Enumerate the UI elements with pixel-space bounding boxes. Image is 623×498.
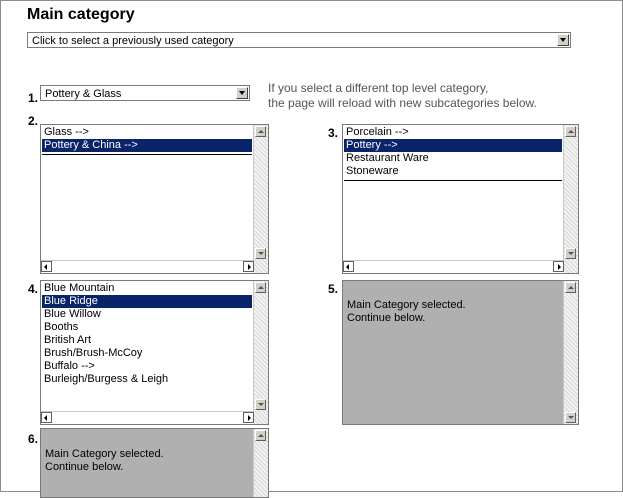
list-item[interactable]: Porcelain --> xyxy=(344,126,562,139)
scroll-down-icon[interactable] xyxy=(255,248,266,259)
top-category-value: Pottery & Glass xyxy=(45,88,122,100)
previous-category-value: Click to select a previously used catego… xyxy=(32,35,234,47)
page-title: Main category xyxy=(27,6,135,23)
scroll-right-icon[interactable] xyxy=(553,261,564,272)
subcategory-list-6: Main Category selected. Continue below. xyxy=(40,428,269,498)
scroll-down-icon[interactable] xyxy=(565,248,576,259)
list-item[interactable]: Blue Ridge xyxy=(42,295,252,308)
list-separator xyxy=(344,180,562,181)
list-item[interactable]: Blue Willow xyxy=(42,308,252,321)
chevron-down-icon[interactable] xyxy=(557,34,569,46)
list5-message: Main Category selected. Continue below. xyxy=(347,299,466,325)
horizontal-scrollbar[interactable] xyxy=(343,260,564,273)
scroll-down-icon xyxy=(565,412,576,423)
list-separator xyxy=(42,154,252,155)
list-item[interactable]: Stoneware xyxy=(344,165,562,178)
list5-message-line-1: Main Category selected. xyxy=(347,299,466,311)
reload-hint: If you select a different top level cate… xyxy=(268,81,537,111)
step-number-3: 3. xyxy=(328,126,339,140)
list6-message: Main Category selected. Continue below. xyxy=(45,448,164,474)
top-category-select[interactable]: Pottery & Glass xyxy=(40,85,250,101)
scroll-left-icon[interactable] xyxy=(41,412,52,423)
scroll-up-icon[interactable] xyxy=(255,282,266,293)
scroll-up-icon xyxy=(565,282,576,293)
scroll-up-icon xyxy=(255,430,266,441)
list-item[interactable]: Blue Mountain xyxy=(42,282,252,295)
list-item[interactable]: Glass --> xyxy=(42,126,252,139)
step-number-6: 6. xyxy=(28,432,39,446)
scroll-up-icon[interactable] xyxy=(255,126,266,137)
list-item[interactable]: Buffalo --> xyxy=(42,360,252,373)
chevron-down-icon[interactable] xyxy=(236,87,248,99)
subcategory-list-3[interactable]: Porcelain --> Pottery --> Restaurant Ware S… xyxy=(342,124,579,274)
scroll-right-icon[interactable] xyxy=(243,412,254,423)
list6-message-line-1: Main Category selected. xyxy=(45,448,164,460)
subcategory-list-4[interactable]: Blue Mountain Blue Ridge Blue Willow Booths… xyxy=(40,280,269,425)
list-item[interactable]: Restaurant Ware xyxy=(344,152,562,165)
scroll-up-icon[interactable] xyxy=(565,126,576,137)
scroll-left-icon[interactable] xyxy=(343,261,354,272)
list-item[interactable]: Burleigh/Burgess & Leigh xyxy=(42,373,252,386)
hint-line-2: the page will reload with new subcategor… xyxy=(268,96,537,110)
horizontal-scrollbar[interactable] xyxy=(41,411,254,424)
vertical-scrollbar[interactable] xyxy=(253,125,268,273)
step-number-1: 1. xyxy=(28,91,39,105)
step-number-4: 4. xyxy=(28,282,39,296)
scroll-right-icon[interactable] xyxy=(243,261,254,272)
vertical-scrollbar[interactable] xyxy=(563,125,578,273)
previous-category-select[interactable]: Click to select a previously used catego… xyxy=(27,32,571,48)
list-item[interactable]: British Art xyxy=(42,334,252,347)
hint-line-1: If you select a different top level cate… xyxy=(268,81,489,95)
step-number-2: 2. xyxy=(28,114,39,128)
vertical-scrollbar[interactable] xyxy=(253,281,268,424)
scroll-down-icon[interactable] xyxy=(255,399,266,410)
list5-message-line-2: Continue below. xyxy=(347,312,426,324)
list6-message-line-2: Continue below. xyxy=(45,461,124,473)
step-number-5: 5. xyxy=(328,282,339,296)
subcategory-list-2[interactable]: Glass --> Pottery & China --> xyxy=(40,124,269,274)
list-item[interactable]: Brush/Brush-McCoy xyxy=(42,347,252,360)
subcategory-list-5: Main Category selected. Continue below. xyxy=(342,280,579,425)
list-item[interactable]: Pottery & China --> xyxy=(42,139,252,152)
scroll-left-icon[interactable] xyxy=(41,261,52,272)
horizontal-scrollbar[interactable] xyxy=(41,260,254,273)
list-item[interactable]: Pottery --> xyxy=(344,139,562,152)
vertical-scrollbar xyxy=(253,429,268,497)
vertical-scrollbar xyxy=(563,281,578,424)
list-item[interactable]: Booths xyxy=(42,321,252,334)
